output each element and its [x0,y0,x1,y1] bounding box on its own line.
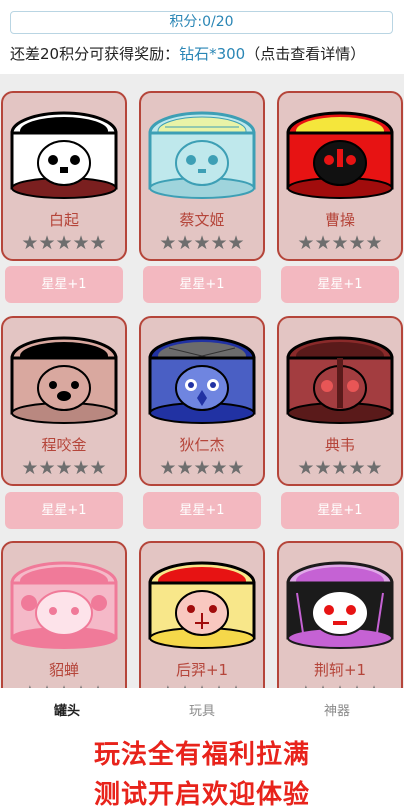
reward-item: 钻石*300 [179,45,246,63]
banner-line-1: 玩法全有福利拉满 [93,740,310,770]
character-card[interactable]: 狄仁杰 ★★★★★ [139,316,265,486]
header: 积分:0/20 还差20积分可获得奖励：钻石*300（点击查看详情） [0,0,404,74]
character-name: 典韦 [324,436,355,454]
character-portrait [148,111,256,199]
character-card[interactable]: 典韦 ★★★★★ [277,316,403,486]
character-name: 狄仁杰 [179,436,225,454]
character-name: 曹操 [324,211,355,229]
star-rating: ★★★★★ [21,457,107,479]
character-name: 程咬金 [41,436,87,454]
character-portrait [10,111,118,199]
star-plus-button[interactable]: 星星+1 [5,266,123,303]
character-card[interactable]: 后羿+1 ★★★★★ [139,541,265,711]
character-card[interactable]: 貂蝉 ★★★★★ [1,541,127,711]
star-rating: ★★★★★ [159,232,245,254]
star-rating: ★★★★★ [21,232,107,254]
character-portrait [148,336,256,424]
bottom-tab-bar: 罐头 玩具 神器 [0,688,404,736]
character-portrait [10,561,118,649]
page: { "header": { "points": "积分:0/20", "rewa… [0,0,404,810]
banner-line-2: 测试开启欢迎体验 [93,780,310,810]
reward-info[interactable]: 还差20积分可获得奖励：钻石*300（点击查看详情） [10,43,365,64]
character-card[interactable]: 程咬金 ★★★★★ [1,316,127,486]
character-portrait [286,111,394,199]
star-rating: ★★★★★ [159,457,245,479]
detail-link[interactable]: （点击查看详情） [245,45,365,63]
star-plus-button[interactable]: 星星+1 [143,492,261,529]
star-plus-button[interactable]: 星星+1 [281,266,399,303]
star-rating: ★★★★★ [297,232,383,254]
character-card[interactable]: 白起 ★★★★★ [1,91,127,261]
character-card[interactable]: 荆轲+1 ★★★★★ [277,541,403,711]
character-name: 荆轲+1 [313,661,367,679]
star-plus-button[interactable]: 星星+1 [281,492,399,529]
character-name: 貂蝉 [48,661,79,679]
star-plus-button[interactable]: 星星+1 [5,492,123,529]
tab-artifacts[interactable]: 神器 [270,688,404,736]
tab-toys[interactable]: 玩具 [135,688,269,736]
character-portrait [148,561,256,649]
character-name: 后羿+1 [175,661,229,679]
character-portrait [10,336,118,424]
reward-prefix: 还差20积分可获得奖励： [10,45,180,63]
character-card[interactable]: 曹操 ★★★★★ [277,91,403,261]
tab-cans[interactable]: 罐头 [0,688,134,736]
character-portrait [286,561,394,649]
promo-banner: 玩法全有福利拉满 测试开启欢迎体验 [0,736,404,810]
character-portrait [286,336,394,424]
star-plus-button[interactable]: 星星+1 [143,266,261,303]
character-card[interactable]: 蔡文姬 ★★★★★ [139,91,265,261]
star-rating: ★★★★★ [297,457,383,479]
points-progress: 积分:0/20 [10,11,393,34]
character-name: 蔡文姬 [179,211,225,229]
character-name: 白起 [48,211,79,229]
